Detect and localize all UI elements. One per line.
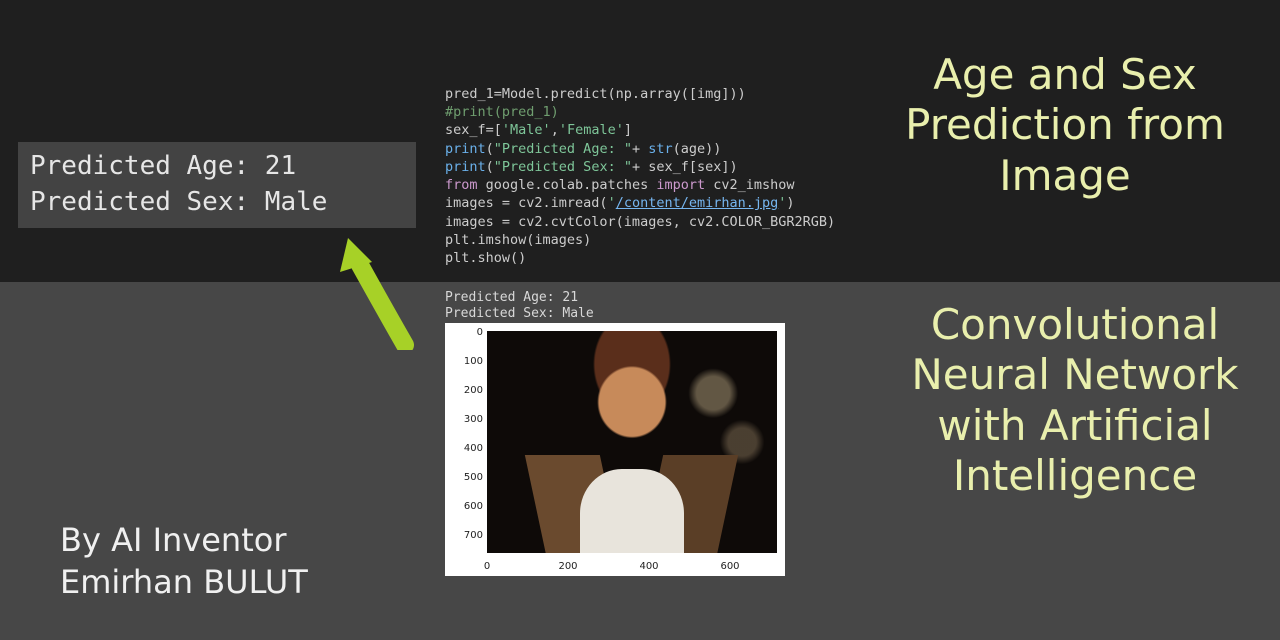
output-line-1: Predicted Age: 21 (445, 290, 578, 305)
byline-text: By AI Inventor Emirhan BULUT (60, 520, 420, 603)
y-tick: 100 (447, 356, 483, 367)
x-tick: 200 (558, 561, 577, 572)
code-line: images = cv2.cvtColor(images, cv2.COLOR_… (445, 214, 835, 230)
y-tick: 700 (447, 530, 483, 541)
code-line: plt.imshow(images) (445, 232, 591, 248)
y-tick: 600 (447, 501, 483, 512)
callout-line-1: Predicted Age: 21 (30, 151, 296, 181)
y-tick: 300 (447, 414, 483, 425)
y-tick: 400 (447, 443, 483, 454)
matplotlib-plot: 0 100 200 300 400 500 600 700 0 200 400 … (445, 323, 785, 576)
x-tick: 400 (639, 561, 658, 572)
code-line: pred_1=Model.predict(np.array([img])) (445, 86, 746, 102)
subtitle-heading: Convolutional Neural Network with Artifi… (870, 300, 1280, 502)
code-line: plt.show() (445, 250, 526, 266)
portrait-shirt (580, 469, 684, 553)
output-line-2: Predicted Sex: Male (445, 306, 594, 321)
code-line: sex_f=['Male','Female'] (445, 122, 632, 138)
y-tick: 500 (447, 472, 483, 483)
code-line: from google.colab.patches import cv2_ims… (445, 177, 795, 193)
title-heading: Age and Sex Prediction from Image (865, 50, 1265, 201)
code-output: Predicted Age: 21 Predicted Sex: Male (445, 290, 594, 323)
x-tick: 0 (484, 561, 490, 572)
y-tick: 0 (447, 327, 483, 338)
code-line: print("Predicted Sex: "+ sex_f[sex]) (445, 159, 738, 175)
y-tick: 200 (447, 385, 483, 396)
arrow-icon (330, 230, 440, 350)
code-block: pred_1=Model.predict(np.array([img])) #p… (445, 85, 845, 267)
code-line: images = cv2.imread('/content/emirhan.jp… (445, 195, 795, 211)
plot-image-area (487, 331, 777, 553)
prediction-callout: Predicted Age: 21 Predicted Sex: Male (18, 142, 416, 228)
code-line: print("Predicted Age: "+ str(age)) (445, 141, 721, 157)
x-tick: 600 (720, 561, 739, 572)
code-comment: #print(pred_1) (445, 104, 559, 120)
callout-line-2: Predicted Sex: Male (30, 187, 327, 217)
